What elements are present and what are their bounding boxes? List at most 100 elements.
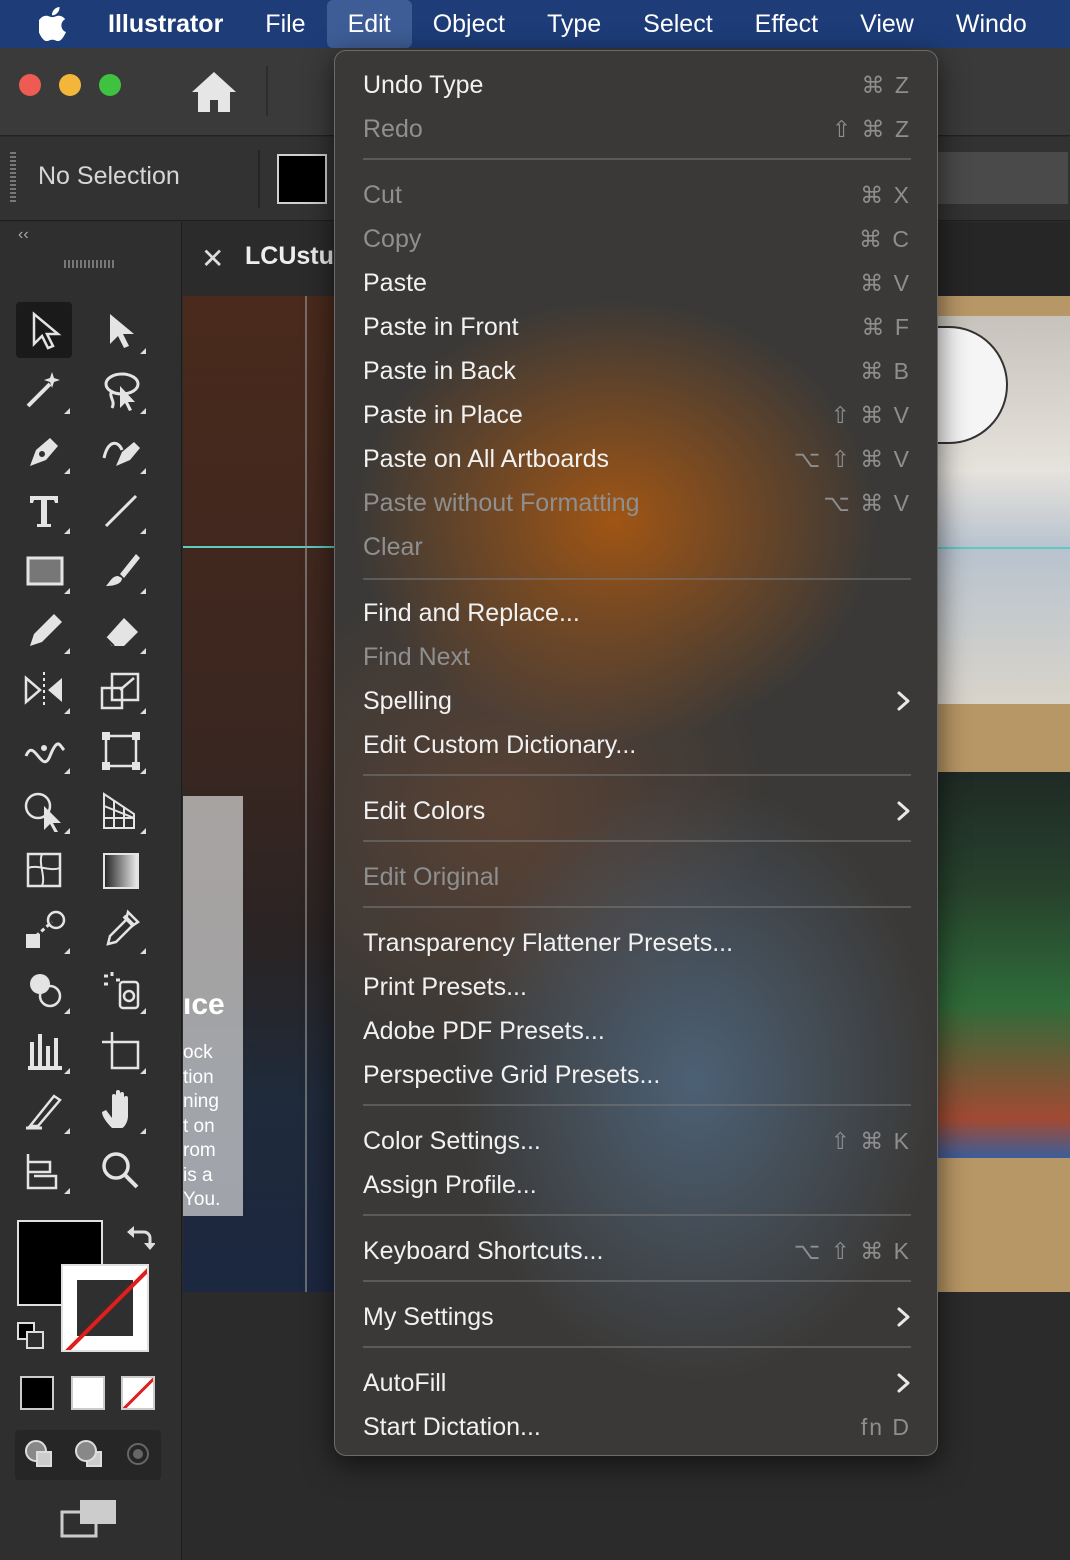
rectangle-tool[interactable] [16, 542, 72, 598]
draw-inside-icon[interactable] [122, 1438, 154, 1470]
control-bar-field[interactable] [938, 152, 1068, 204]
menu-item-adobe-pdf-presets[interactable]: Adobe PDF Presets... [363, 1009, 911, 1053]
direct-selection-tool[interactable] [92, 302, 148, 358]
draw-behind-icon[interactable] [73, 1438, 105, 1470]
mesh-tool[interactable] [16, 842, 72, 898]
free-transform-icon [102, 732, 140, 770]
close-window-button[interactable] [19, 74, 41, 96]
menu-item-transparency-flattener-presets[interactable]: Transparency Flattener Presets... [363, 921, 911, 965]
live-paint-tool[interactable] [92, 962, 148, 1018]
menu-item-paste[interactable]: Paste ⌘ V [363, 261, 911, 305]
menu-app-name[interactable]: Illustrator [108, 0, 244, 48]
menu-item-paste-on-all-artboards[interactable]: Paste on All Artboards ⌥ ⇧ ⌘ V [363, 437, 911, 481]
menu-item-color-settings[interactable]: Color Settings... ⇧ ⌘ K [363, 1119, 911, 1163]
menu-item-paste-in-front[interactable]: Paste in Front ⌘ F [363, 305, 911, 349]
type-tool[interactable] [16, 482, 72, 538]
puppet-warp-tool[interactable] [16, 1142, 72, 1198]
none-mode-swatch[interactable] [121, 1376, 155, 1410]
zoom-tool[interactable] [92, 1142, 148, 1198]
selection-tool[interactable] [16, 302, 72, 358]
close-document-icon[interactable]: ✕ [201, 242, 224, 275]
minimize-window-button[interactable] [59, 74, 81, 96]
menu-item-perspective-grid-presets[interactable]: Perspective Grid Presets... [363, 1053, 911, 1097]
shape-builder-tool[interactable] [16, 782, 72, 838]
symbol-sprayer-tool[interactable] [16, 962, 72, 1018]
hand-tool[interactable] [92, 1082, 148, 1138]
menu-item-print-presets[interactable]: Print Presets... [363, 965, 911, 1009]
menu-item-keyboard-shortcuts[interactable]: Keyboard Shortcuts... ⌥ ⇧ ⌘ K [363, 1229, 911, 1273]
menu-item-paste-in-place[interactable]: Paste in Place ⇧ ⌘ V [363, 393, 911, 437]
slice-tool[interactable] [16, 1082, 72, 1138]
change-screen-mode-icon[interactable] [60, 1498, 118, 1540]
curvature-tool[interactable] [92, 422, 148, 478]
tools-panel-grip[interactable] [64, 260, 114, 268]
menu-object[interactable]: Object [412, 0, 526, 48]
selection-status-label: No Selection [38, 162, 180, 190]
smart-guide-right [938, 547, 1070, 549]
menu-window[interactable]: Windo [935, 0, 1048, 48]
zoom-icon [102, 1152, 139, 1189]
tool-group-indicator [64, 648, 70, 654]
menu-item-label: Perspective Grid Presets... [363, 1060, 661, 1089]
perspective-grid-tool[interactable] [92, 782, 148, 838]
magic-wand-tool[interactable] [16, 362, 72, 418]
width-tool[interactable] [16, 722, 72, 778]
swap-fill-stroke-icon[interactable] [125, 1222, 156, 1257]
menu-item-label: Start Dictation... [363, 1412, 541, 1441]
menu-item-edit-custom-dictionary[interactable]: Edit Custom Dictionary... [363, 723, 911, 767]
menu-separator [363, 840, 911, 842]
tool-group-indicator [140, 348, 146, 354]
menu-item-undo-type[interactable]: Undo Type ⌘ Z [363, 63, 911, 107]
artboard-text: ıce ock tion ning t on rom is a You. [183, 985, 225, 1213]
menu-item-autofill[interactable]: AutoFill [363, 1361, 911, 1405]
apple-logo-icon[interactable] [0, 0, 108, 48]
menu-effect[interactable]: Effect [734, 0, 839, 48]
scale-tool[interactable] [92, 662, 148, 718]
menu-item-label: Spelling [363, 686, 452, 715]
eyedropper-tool[interactable] [92, 902, 148, 958]
menu-item-edit-colors[interactable]: Edit Colors [363, 789, 911, 833]
menu-view[interactable]: View [839, 0, 935, 48]
home-icon[interactable] [190, 70, 238, 114]
menu-item-find-and-replace[interactable]: Find and Replace... [363, 591, 911, 635]
menu-item-label: Edit Colors [363, 796, 486, 825]
paintbrush-tool[interactable] [92, 542, 148, 598]
menu-item-label: My Settings [363, 1302, 494, 1331]
menu-edit[interactable]: Edit [326, 0, 412, 48]
menu-file[interactable]: File [244, 0, 326, 48]
stroke-color-box[interactable] [61, 1264, 149, 1352]
menu-type[interactable]: Type [526, 0, 622, 48]
reflect-tool[interactable] [16, 662, 72, 718]
document-tab[interactable]: ✕ LCUstu [183, 222, 343, 294]
gradient-mode-swatch[interactable] [71, 1376, 105, 1410]
control-bar-grip[interactable] [10, 152, 16, 204]
menu-item-spelling[interactable]: Spelling [363, 679, 911, 723]
lasso-tool[interactable] [92, 362, 148, 418]
menu-select[interactable]: Select [622, 0, 733, 48]
collapse-panel-icon[interactable]: ‹‹ [18, 226, 29, 244]
tool-group-indicator [64, 1068, 70, 1074]
menu-item-start-dictation[interactable]: Start Dictation... fn D [363, 1405, 911, 1449]
line-segment-tool[interactable] [92, 482, 148, 538]
menu-item-my-settings[interactable]: My Settings [363, 1295, 911, 1339]
selection-icon [32, 311, 62, 350]
color-mode-swatch[interactable] [20, 1376, 54, 1410]
menu-item-shortcut: ⌘ Z [861, 71, 911, 98]
artboard-heading: ıce [183, 988, 225, 1021]
artboard-tool[interactable] [92, 1022, 148, 1078]
zoom-window-button[interactable] [99, 74, 121, 96]
draw-normal-icon[interactable] [23, 1438, 55, 1470]
free-transform-tool[interactable] [92, 722, 148, 778]
control-fill-swatch[interactable] [277, 154, 327, 204]
default-fill-stroke-icon[interactable] [17, 1322, 45, 1355]
column-graph-tool[interactable] [16, 1022, 72, 1078]
pencil-tool[interactable] [16, 602, 72, 658]
blend-tool[interactable] [16, 902, 72, 958]
eraser-tool[interactable] [92, 602, 148, 658]
pen-tool[interactable] [16, 422, 72, 478]
menu-item-assign-profile[interactable]: Assign Profile... [363, 1163, 911, 1207]
submenu-chevron-icon [897, 1307, 910, 1327]
menu-item-paste-in-back[interactable]: Paste in Back ⌘ B [363, 349, 911, 393]
gradient-tool[interactable] [92, 842, 148, 898]
submenu-chevron-icon [897, 801, 910, 821]
